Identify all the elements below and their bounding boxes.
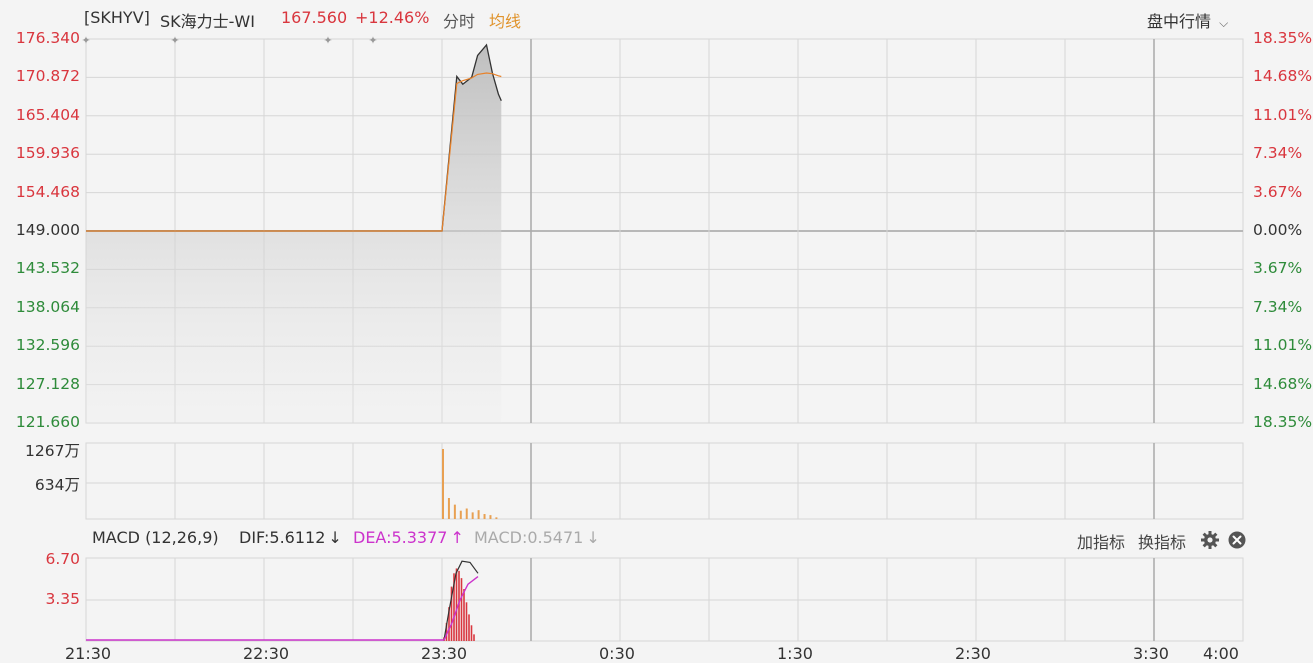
volume-bar	[477, 510, 480, 519]
event-marker-icon: ✦	[170, 34, 179, 47]
volume-bar	[442, 449, 444, 519]
time-tick-label: 23:30	[421, 644, 468, 663]
event-marker-icon: ✦	[81, 34, 90, 47]
arrow-down-icon: ↓	[328, 528, 342, 547]
volume-bar	[495, 517, 498, 519]
switch-indicator-button[interactable]: 换指标	[1138, 529, 1186, 553]
time-tick-label: 1:30	[777, 644, 813, 663]
price-area	[86, 44, 502, 424]
time-tick-label: 4:00	[1203, 644, 1239, 663]
time-tick-label: 3:30	[1133, 644, 1169, 663]
macd-name: MACD	[92, 528, 140, 547]
macd-series	[86, 560, 479, 641]
add-indicator-button[interactable]: 加指标	[1077, 529, 1125, 553]
price-series	[86, 43, 502, 424]
arrow-down-icon: ↓	[586, 528, 600, 547]
dif-value: DIF:5.6112	[239, 528, 326, 547]
volume-bar	[483, 514, 486, 519]
volume-bar	[471, 512, 474, 519]
gear-icon[interactable]	[1200, 530, 1220, 550]
macd-tick-label: 6.70	[45, 550, 80, 568]
event-marker-icon: ✦	[323, 34, 332, 47]
volume-bar	[453, 504, 456, 519]
dea-value: DEA:5.3377	[353, 528, 448, 547]
macd-dif: DIF:5.6112 ↓	[239, 528, 342, 547]
time-tick-label: 2:30	[955, 644, 991, 663]
macd-dea: DEA:5.3377 ↑	[353, 528, 464, 547]
macd-title: MACD (12,26,9)	[92, 528, 219, 547]
macd-value: MACD:0.5471 ↓	[474, 528, 600, 547]
macd-params: (12,26,9)	[145, 528, 219, 547]
volume-bar	[465, 508, 468, 519]
close-icon[interactable]	[1227, 530, 1247, 550]
arrow-up-icon: ↑	[450, 528, 464, 547]
volume-bar	[447, 498, 450, 519]
average-line	[86, 72, 502, 232]
time-tick-label: 0:30	[599, 644, 635, 663]
volume-series	[442, 449, 498, 519]
macd-value-text: MACD:0.5471	[474, 528, 584, 547]
event-markers: ✦ ✦ ✦ ✦	[81, 34, 377, 47]
event-marker-icon: ✦	[368, 34, 377, 47]
time-tick-label: 21:30	[65, 644, 112, 663]
price-line	[86, 43, 502, 232]
macd-tick-label: 3.35	[45, 590, 80, 608]
intraday-chart[interactable]: ✦ ✦ ✦ ✦	[0, 0, 1313, 663]
time-tick-label: 22:30	[243, 644, 290, 663]
volume-bar	[489, 515, 492, 519]
volume-bar	[459, 510, 462, 519]
volume-panel-frame	[85, 442, 1244, 520]
